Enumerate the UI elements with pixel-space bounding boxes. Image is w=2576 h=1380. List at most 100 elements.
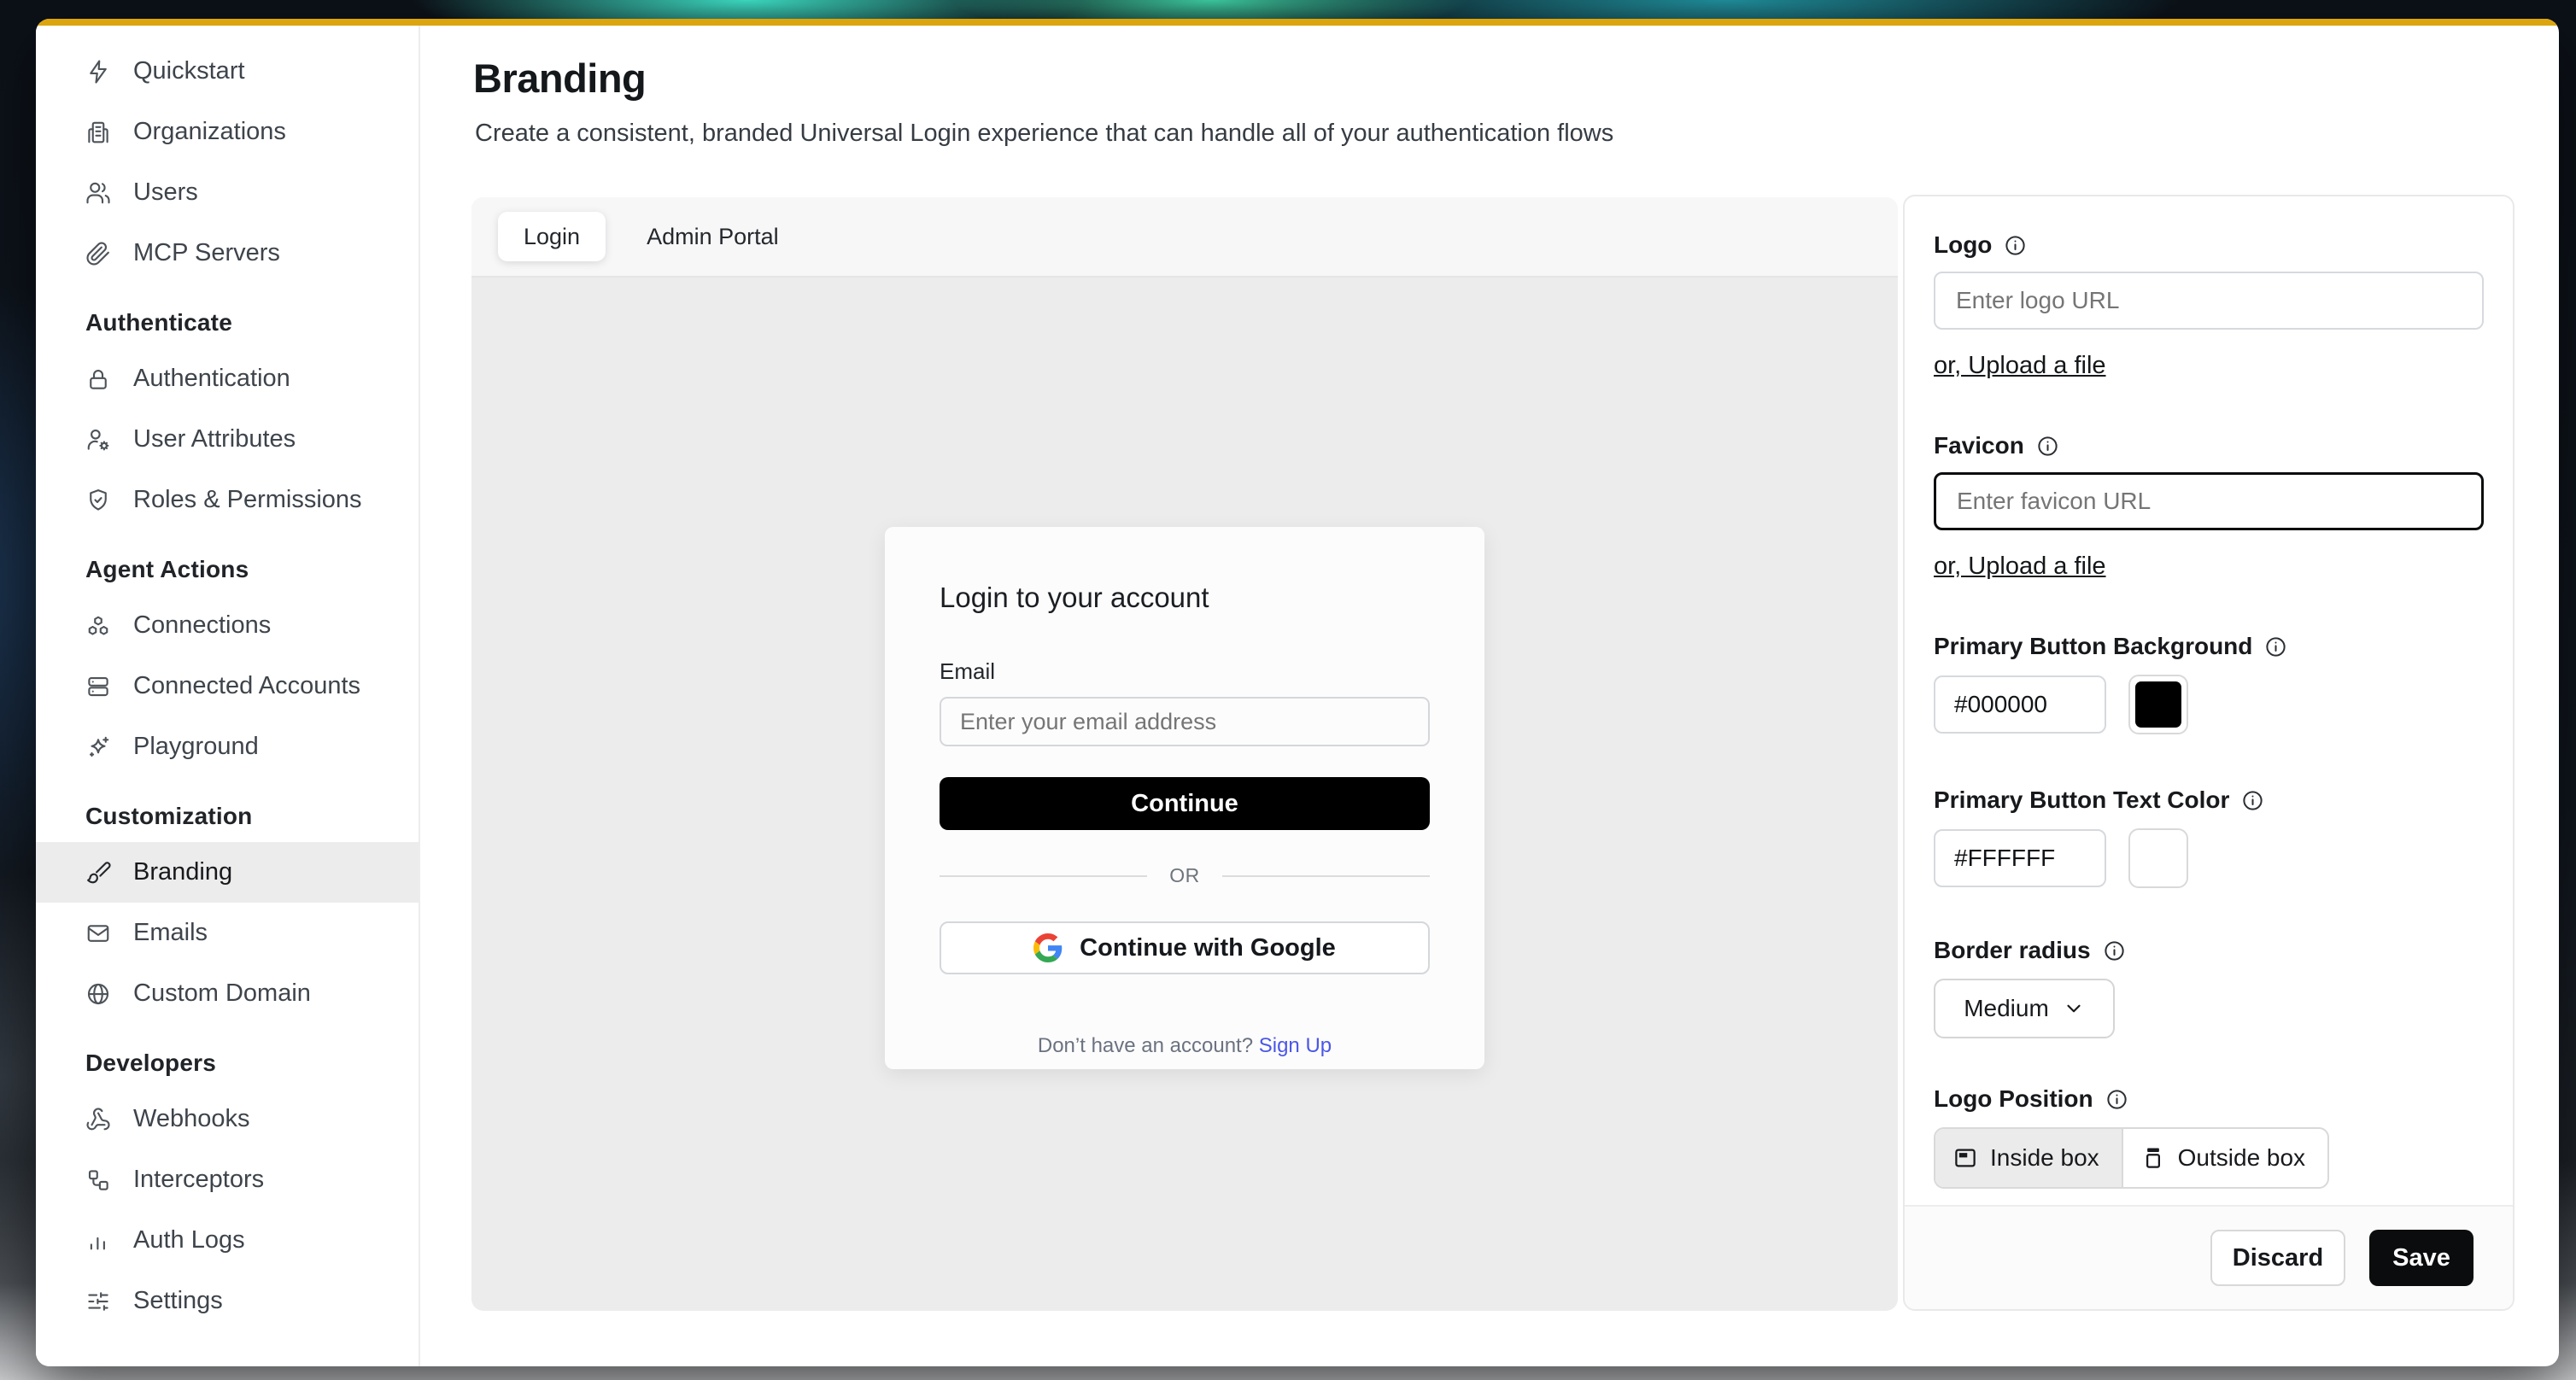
info-icon[interactable] xyxy=(2241,789,2264,812)
paperclip-icon xyxy=(85,241,111,266)
login-preview-card: Login to your account Email Continue OR … xyxy=(885,527,1484,1069)
info-icon[interactable] xyxy=(2004,234,2027,257)
sidebar-item-quickstart[interactable]: Quickstart xyxy=(36,41,419,102)
info-icon[interactable] xyxy=(2105,1088,2128,1111)
sidebar-item-connections[interactable]: Connections xyxy=(36,595,419,656)
sidebar-section-agent-actions: Agent Actions xyxy=(36,544,419,595)
settings-footer: Discard Save xyxy=(1905,1205,2513,1309)
sidebar-item-connected-accounts[interactable]: Connected Accounts xyxy=(36,656,419,716)
sidebar-item-label: Settings xyxy=(133,1287,223,1315)
continue-with-google-button[interactable]: Continue with Google xyxy=(940,921,1430,974)
chevron-down-icon xyxy=(2063,997,2085,1020)
cubes-icon xyxy=(85,613,111,639)
webhook-icon xyxy=(85,1107,111,1132)
building-icon xyxy=(85,120,111,145)
sliders-icon xyxy=(85,1289,111,1314)
paintbrush-icon xyxy=(85,860,111,886)
tab-login[interactable]: Login xyxy=(498,212,606,261)
logo-url-input[interactable] xyxy=(1934,272,2484,330)
primary-button-text-color-row xyxy=(1934,828,2484,888)
signup-link[interactable]: Sign Up xyxy=(1259,1034,1332,1057)
google-icon xyxy=(1033,933,1063,962)
inside-box-icon xyxy=(1952,1145,1978,1171)
favicon-field-label: Favicon xyxy=(1934,431,2484,460)
sidebar-item-auth-logs[interactable]: Auth Logs xyxy=(36,1210,419,1271)
sidebar-item-label: Playground xyxy=(133,733,259,761)
sidebar-section-customization: Customization xyxy=(36,791,419,842)
primary-button-background-row xyxy=(1934,675,2484,734)
sidebar-item-playground[interactable]: Playground xyxy=(36,716,419,777)
server-icon xyxy=(85,674,111,699)
accent-top-bar xyxy=(36,19,2559,26)
logo-upload-link[interactable]: or, Upload a file xyxy=(1934,352,2106,380)
google-button-label: Continue with Google xyxy=(1080,934,1336,962)
sidebar-item-settings[interactable]: Settings xyxy=(36,1271,419,1331)
logo-position-label: Logo Position xyxy=(1934,1085,2484,1114)
sidebar-item-label: User Attributes xyxy=(133,425,296,453)
sidebar-item-label: Quickstart xyxy=(133,57,245,85)
color-swatch xyxy=(2135,681,2181,728)
save-button[interactable]: Save xyxy=(2369,1230,2474,1286)
favicon-url-input[interactable] xyxy=(1934,472,2484,530)
sidebar-section-authenticate: Authenticate xyxy=(36,297,419,348)
color-swatch xyxy=(2135,835,2181,881)
app-window: Quickstart Organizations Users MCP Serve… xyxy=(36,19,2559,1366)
or-divider-label: OR xyxy=(1169,864,1200,887)
primary-button-background-swatch[interactable] xyxy=(2128,675,2188,734)
sidebar-item-branding[interactable]: Branding xyxy=(36,842,419,903)
sidebar-item-users[interactable]: Users xyxy=(36,162,419,223)
logo-position-segmented-control: Inside box Outside box xyxy=(1934,1127,2329,1189)
preview-tab-bar: Login Admin Portal xyxy=(471,197,1898,278)
sidebar-item-label: Branding xyxy=(133,858,232,886)
primary-button-text-color-hex-input[interactable] xyxy=(1934,829,2106,887)
sidebar: Quickstart Organizations Users MCP Serve… xyxy=(36,26,420,1366)
page-subtitle: Create a consistent, branded Universal L… xyxy=(475,120,1613,148)
signup-prompt: Don’t have an account? xyxy=(1038,1034,1253,1057)
sidebar-item-label: Interceptors xyxy=(133,1166,264,1194)
mail-icon xyxy=(85,921,111,946)
info-icon[interactable] xyxy=(2103,939,2126,962)
signup-row: Don’t have an account? Sign Up xyxy=(940,1034,1430,1058)
sidebar-item-label: Auth Logs xyxy=(133,1226,245,1254)
logo-position-outside-box[interactable]: Outside box xyxy=(2122,1129,2327,1187)
sidebar-item-organizations[interactable]: Organizations xyxy=(36,102,419,162)
sidebar-item-webhooks[interactable]: Webhooks xyxy=(36,1089,419,1149)
primary-button-text-color-label: Primary Button Text Color xyxy=(1934,786,2484,815)
globe-icon xyxy=(85,981,111,1007)
nodes-icon xyxy=(85,1167,111,1193)
primary-button-background-label: Primary Button Background xyxy=(1934,632,2484,661)
sidebar-item-custom-domain[interactable]: Custom Domain xyxy=(36,963,419,1024)
sidebar-item-emails[interactable]: Emails xyxy=(36,903,419,963)
sidebar-item-label: Users xyxy=(133,178,198,207)
info-icon[interactable] xyxy=(2036,435,2059,458)
lock-icon xyxy=(85,366,111,392)
email-label: Email xyxy=(940,658,1430,685)
sidebar-item-user-attributes[interactable]: User Attributes xyxy=(36,409,419,470)
shield-check-icon xyxy=(85,488,111,513)
sidebar-item-label: Connections xyxy=(133,611,271,640)
sidebar-item-label: Roles & Permissions xyxy=(133,486,362,514)
sidebar-section-developers: Developers xyxy=(36,1038,419,1089)
border-radius-select[interactable]: Medium xyxy=(1934,979,2115,1038)
sparkles-icon xyxy=(85,734,111,760)
bar-chart-icon xyxy=(85,1228,111,1254)
info-icon[interactable] xyxy=(2264,635,2287,658)
favicon-upload-link[interactable]: or, Upload a file xyxy=(1934,553,2106,581)
email-input[interactable] xyxy=(940,697,1430,746)
primary-button-text-color-swatch[interactable] xyxy=(2128,828,2188,888)
sidebar-item-label: Organizations xyxy=(133,118,286,146)
logo-position-inside-box[interactable]: Inside box xyxy=(1935,1129,2122,1187)
sidebar-item-interceptors[interactable]: Interceptors xyxy=(36,1149,419,1210)
sidebar-item-roles-permissions[interactable]: Roles & Permissions xyxy=(36,470,419,530)
sidebar-item-label: Authentication xyxy=(133,365,290,393)
sidebar-item-authentication[interactable]: Authentication xyxy=(36,348,419,409)
primary-button-background-hex-input[interactable] xyxy=(1934,675,2106,734)
logo-field-label: Logo xyxy=(1934,231,2484,260)
zap-icon xyxy=(85,59,111,85)
sidebar-item-mcp-servers[interactable]: MCP Servers xyxy=(36,223,419,284)
or-divider: OR xyxy=(940,864,1430,887)
tab-admin-portal[interactable]: Admin Portal xyxy=(621,212,805,261)
discard-button[interactable]: Discard xyxy=(2210,1230,2345,1286)
login-preview-area: Login to your account Email Continue OR … xyxy=(471,278,1898,1309)
continue-button[interactable]: Continue xyxy=(940,777,1430,830)
